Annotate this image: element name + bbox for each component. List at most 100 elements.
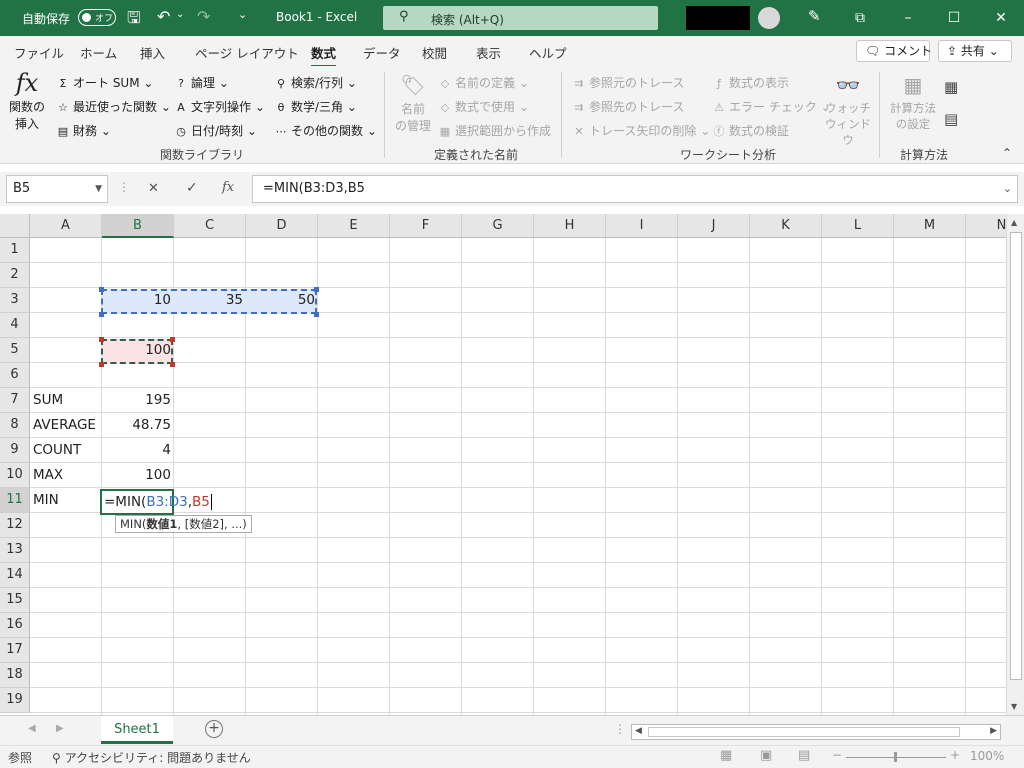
financial-button[interactable]: ▤ 財務 ⌄ [56,122,111,139]
cell-d3[interactable]: 50 [246,288,318,313]
tab-view[interactable]: 表示 [476,43,501,62]
column-header-b[interactable]: B [102,214,174,238]
calculate-now-icon[interactable]: ▦ [944,78,958,96]
drag-handle-icon[interactable]: ⋮ [118,180,130,194]
row-header-11[interactable]: 11 [0,488,30,513]
row-header-19[interactable]: 19 [0,688,30,713]
error-check-button[interactable]: ⚠ エラー チェック ⌄ [712,98,831,115]
spreadsheet-grid[interactable]: ABCDEFGHIJKLMN 1 2 3 4 5 6 7 8 9 10 11 12 13 14 15 16 17… [0,214,1006,715]
column-header-a[interactable]: A [30,214,102,238]
fx-icon[interactable]: fx [222,180,234,195]
pen-icon[interactable]: ✎ [808,7,821,25]
insert-function-button[interactable]: fx 関数の 挿入 [6,68,48,140]
autosum-button[interactable]: Σ オート SUM ⌄ [56,74,154,91]
cell-a7[interactable]: SUM [30,388,102,413]
row-header-10[interactable]: 10 [0,463,30,488]
share-button[interactable]: ⇪ 共有 ⌄ [938,40,1012,62]
horizontal-scrollbar[interactable]: ◀ ▶ [631,724,1001,740]
row-header-12[interactable]: 12 [0,513,30,538]
minimize-icon[interactable]: – [895,6,921,30]
math-button[interactable]: θ 数学/三角 ⌄ [274,98,357,115]
remove-arrows-button[interactable]: ✕ トレース矢印の削除 ⌄ [572,122,710,139]
column-header-h[interactable]: H [534,214,606,238]
tab-data[interactable]: データ [363,43,401,62]
name-box[interactable]: B5 ▼ [6,175,108,203]
zoom-in-icon[interactable]: + [950,748,960,762]
zoom-slider-handle[interactable] [894,752,897,762]
function-tooltip[interactable]: MIN(数値1, [数値2], ...) [115,515,252,533]
more-functions-button[interactable]: ⋯ その他の関数 ⌄ [274,122,377,139]
column-header-e[interactable]: E [318,214,390,238]
search-box[interactable]: ⚲ 検索 (Alt+Q) [383,6,658,30]
accessibility-status[interactable]: ⚲ アクセシビリティ: 問題ありません [52,749,251,766]
active-cell-b11[interactable]: =MIN(B3:D3,B5 [100,489,212,515]
tab-page-layout[interactable]: ページ レイアウト [195,43,299,62]
calculate-sheet-icon[interactable]: ▤ [944,110,958,128]
logical-button[interactable]: ? 論理 ⌄ [174,74,229,91]
next-sheet-icon[interactable]: ▶ [56,723,64,734]
hscroll-thumb[interactable] [648,727,960,737]
row-header-15[interactable]: 15 [0,588,30,613]
row-header-17[interactable]: 17 [0,638,30,663]
row-header-5[interactable]: 5 [0,338,30,363]
cell-a11[interactable]: MIN [30,488,102,513]
row-header-7[interactable]: 7 [0,388,30,413]
column-header-d[interactable]: D [246,214,318,238]
save-icon[interactable]: 🖫 [127,7,141,34]
cell-b5[interactable]: 100 [102,338,174,363]
scroll-left-icon[interactable]: ◀ [635,726,642,736]
undo-dropdown-icon[interactable]: ⌄ [176,9,184,20]
row-header-18[interactable]: 18 [0,663,30,688]
tab-help[interactable]: ヘルプ [529,43,567,62]
page-layout-view-icon[interactable]: ▣ [760,748,772,763]
recent-functions-button[interactable]: ☆ 最近使った関数 ⌄ [56,98,171,115]
lookup-button[interactable]: ⚲ 検索/行列 ⌄ [274,74,357,91]
scroll-thumb[interactable] [1010,232,1022,680]
tab-split-handle-icon[interactable]: ⋮ [614,722,626,736]
column-header-m[interactable]: M [894,214,966,238]
datetime-button[interactable]: ◷ 日付/時刻 ⌄ [174,122,257,139]
scroll-down-icon[interactable]: ▼ [1011,702,1017,711]
trace-precedents-button[interactable]: ⇉ 参照元のトレース [572,74,684,91]
page-break-view-icon[interactable]: ▤ [798,748,810,763]
cell-c3[interactable]: 35 [174,288,246,313]
evaluate-formula-button[interactable]: ⓕ 数式の検証 [712,122,790,139]
row-header-2[interactable]: 2 [0,263,30,288]
calc-options-button[interactable]: ▦ 計算方法 の設定 [886,70,940,132]
row-header-8[interactable]: 8 [0,413,30,438]
column-header-c[interactable]: C [174,214,246,238]
tab-home[interactable]: ホーム [80,43,117,62]
column-header-g[interactable]: G [462,214,534,238]
cell-edit-text[interactable]: =MIN(B3:D3,B5 [104,491,212,513]
zoom-out-icon[interactable]: − [832,748,842,762]
name-box-dropdown-icon[interactable]: ▼ [95,176,102,202]
maximize-icon[interactable]: ☐ [941,6,967,30]
row-header-6[interactable]: 6 [0,363,30,388]
cell-b10[interactable]: 100 [102,463,174,488]
expand-formula-bar-icon[interactable]: ⌄ [1003,176,1012,202]
tab-formulas[interactable]: 数式 [311,43,337,68]
undo-icon[interactable]: ↶ [157,7,170,26]
row-header-1[interactable]: 1 [0,238,30,263]
avatar[interactable] [758,7,780,29]
watch-window-button[interactable]: 👓 ウォッチ ウィンドウ [824,70,872,148]
close-icon[interactable]: ✕ [988,6,1014,30]
cell-b3[interactable]: 10 [102,288,174,313]
trace-dependents-button[interactable]: ⇉ 参照先のトレース [572,98,684,115]
add-sheet-icon[interactable]: + [205,720,223,738]
row-header-14[interactable]: 14 [0,563,30,588]
column-header-j[interactable]: J [678,214,750,238]
cell-a8[interactable]: AVERAGE [30,413,102,438]
ribbon-display-icon[interactable]: ⧉ [847,6,873,30]
vertical-scrollbar[interactable]: ▲ ▼ [1006,214,1024,715]
cancel-icon[interactable]: ✕ [148,181,159,196]
scroll-right-icon[interactable]: ▶ [990,726,997,736]
tab-insert[interactable]: 挿入 [140,43,165,62]
prev-sheet-icon[interactable]: ◀ [28,723,36,734]
use-in-formula-button[interactable]: ◇ 数式で使用 ⌄ [438,98,529,115]
enter-check-icon[interactable]: ✓ [186,180,198,196]
row-header-9[interactable]: 9 [0,438,30,463]
row-header-3[interactable]: 3 [0,288,30,313]
cell-b9[interactable]: 4 [102,438,174,463]
tab-file[interactable]: ファイル [14,43,64,62]
